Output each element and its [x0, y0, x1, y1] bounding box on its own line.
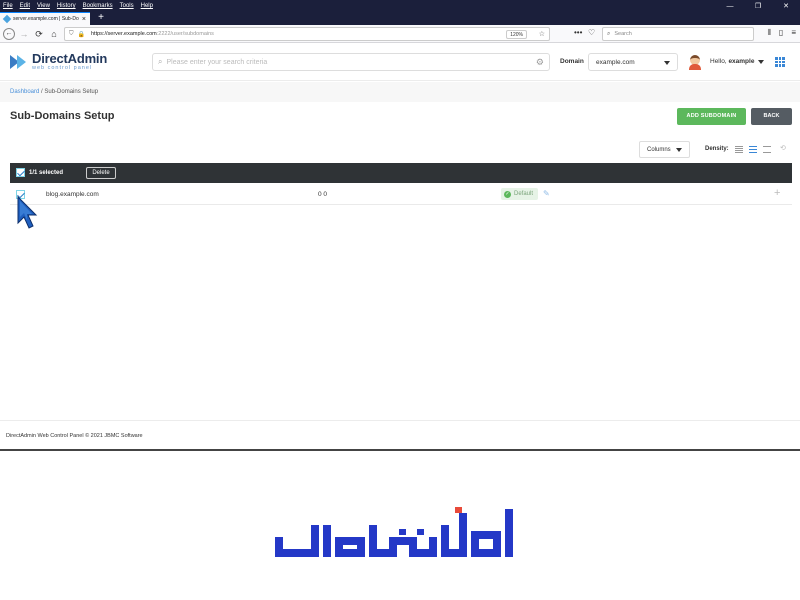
user-greeting[interactable]: Hello, example	[710, 58, 754, 65]
hamburger-menu-icon[interactable]: ≡	[791, 28, 796, 38]
maximize-icon[interactable]: ❐	[744, 2, 772, 10]
tab-close-icon[interactable]: ×	[82, 16, 86, 23]
menu-tools[interactable]: Tools	[120, 3, 134, 9]
menu-help[interactable]: Help	[141, 3, 153, 9]
search-icon: ⌕	[607, 30, 611, 37]
tab-strip: server.example.com | Sub-Do × +	[0, 12, 800, 25]
tab-title: server.example.com | Sub-Do	[13, 16, 79, 22]
density-comfortable-icon[interactable]	[763, 146, 771, 153]
logo-title: DirectAdmin	[32, 51, 108, 66]
new-tab-button[interactable]: +	[95, 12, 107, 25]
page-title: Sub-Domains Setup	[10, 110, 115, 122]
search-placeholder: Search	[614, 31, 632, 37]
gear-icon[interactable]: ⚙	[536, 57, 544, 68]
url-bar[interactable]: ⛉ 🔒 https://server.example.com:2222/user…	[64, 27, 550, 41]
mouse-cursor-icon	[17, 195, 38, 229]
directadmin-logo[interactable]: DirectAdmin web control panel	[10, 52, 107, 71]
reload-icon[interactable]: ⟳	[33, 28, 45, 40]
domain-select-value: example.com	[596, 58, 635, 66]
logo-subtitle: web control panel	[32, 65, 93, 71]
lock-icon[interactable]: 🔒	[78, 31, 85, 38]
selection-count: 1/1 selected	[29, 170, 64, 176]
browser-bottom-border	[0, 449, 800, 451]
plus-icon[interactable]: +	[774, 187, 780, 199]
subdomain-usage: 0 0	[318, 191, 328, 198]
subdomain-name[interactable]: blog.example.com	[46, 191, 99, 198]
back-button[interactable]: BACK	[751, 108, 792, 125]
pencil-icon[interactable]: ✎	[543, 189, 550, 198]
default-badge: ✓ Default	[501, 188, 538, 200]
menu-history[interactable]: History	[57, 3, 76, 9]
browser-menubar: File Edit View History Bookmarks Tools H…	[0, 0, 800, 12]
menu-view[interactable]: View	[37, 3, 50, 9]
menu-bookmarks[interactable]: Bookmarks	[83, 3, 113, 9]
iranserver-brand-logo	[275, 507, 513, 557]
delete-button[interactable]: Delete	[86, 167, 116, 179]
search-icon: ⌕	[158, 57, 163, 66]
minimize-icon[interactable]: —	[716, 3, 744, 10]
selection-bar: 1/1 selected Delete	[10, 163, 792, 183]
page-actions-more-icon[interactable]: •••	[574, 28, 582, 37]
back-arrow-icon[interactable]: ←	[3, 27, 15, 40]
breadcrumb-dashboard-link[interactable]: Dashboard	[10, 89, 39, 95]
columns-dropdown[interactable]: Columns	[639, 141, 690, 158]
logo-chevron-icon	[10, 53, 28, 71]
table-row[interactable]: blog.example.com 0 0 ✓ Default ✎ +	[10, 184, 792, 205]
browser-navbar: ← → ⟳ ⌂ ⛉ 🔒 https://server.example.com:2…	[0, 25, 800, 43]
add-subdomain-button[interactable]: ADD SUBDOMAIN	[677, 108, 746, 125]
home-icon[interactable]: ⌂	[48, 28, 60, 40]
apps-grid-icon[interactable]	[775, 57, 785, 67]
url-text: https://server.example.com:2222/user/sub…	[91, 31, 214, 37]
density-normal-icon[interactable]	[749, 146, 757, 153]
refresh-icon[interactable]: ⟲	[780, 144, 786, 152]
global-search-input[interactable]: ⌕ Please enter your search criteria ⚙	[152, 53, 550, 71]
footer-copyright: DirectAdmin Web Control Panel © 2021 JBM…	[6, 433, 143, 439]
zoom-level-badge[interactable]: 120%	[506, 30, 527, 39]
breadcrumb-bar: Dashboard / Sub-Domains Setup	[0, 82, 800, 102]
directadmin-favicon-icon	[2, 14, 12, 24]
app-header: DirectAdmin web control panel ⌕ Please e…	[0, 43, 800, 81]
sidebar-icon[interactable]: ▯	[779, 28, 783, 38]
avatar[interactable]	[688, 54, 702, 70]
browser-tab[interactable]: server.example.com | Sub-Do ×	[0, 12, 90, 25]
chevron-down-icon	[664, 61, 670, 65]
library-icon[interactable]: ⫴	[768, 28, 771, 38]
menu-file[interactable]: File	[3, 3, 13, 9]
check-circle-icon: ✓	[504, 190, 511, 198]
domain-label: Domain	[560, 58, 584, 65]
density-compact-icon[interactable]	[735, 146, 743, 153]
chevron-down-icon[interactable]	[758, 60, 764, 64]
forward-arrow-icon[interactable]: →	[18, 28, 30, 40]
select-all-checkbox[interactable]	[16, 168, 25, 177]
browser-toolbar-right: ⫴ ▯ ≡	[768, 28, 796, 38]
page-footer: DirectAdmin Web Control Panel © 2021 JBM…	[0, 420, 800, 450]
bookmark-star-icon[interactable]: ☆	[539, 30, 545, 38]
shield-icon[interactable]: ⛉	[69, 31, 74, 38]
close-window-icon[interactable]: ✕	[772, 2, 800, 10]
breadcrumb-current: Sub-Domains Setup	[44, 89, 99, 95]
search-placeholder: Please enter your search criteria	[166, 58, 268, 66]
breadcrumb: Dashboard / Sub-Domains Setup	[10, 89, 99, 95]
pocket-icon[interactable]: ♡	[588, 28, 595, 37]
domain-select[interactable]: example.com	[588, 53, 678, 71]
chevron-down-icon	[676, 148, 682, 152]
browser-search-input[interactable]: ⌕ Search	[602, 27, 754, 41]
window-controls: — ❐ ✕	[716, 0, 800, 12]
density-label: Density:	[705, 146, 729, 152]
menu-edit[interactable]: Edit	[20, 3, 30, 9]
